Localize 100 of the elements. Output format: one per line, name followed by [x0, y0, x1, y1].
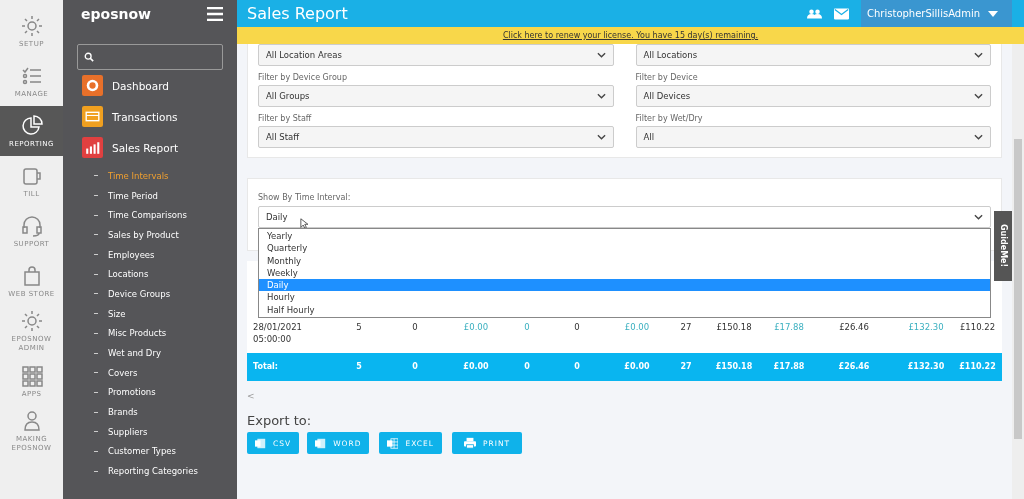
submenu-item[interactable]: Size: [108, 308, 126, 319]
table-cell-text: 0: [411, 321, 419, 333]
mail-icon[interactable]: [834, 7, 850, 20]
dash-marker: [94, 273, 98, 275]
filter-select[interactable]: All: [635, 126, 991, 148]
submenu-item[interactable]: Misc Products: [108, 328, 167, 339]
dash-marker: [94, 214, 98, 216]
submenu-item[interactable]: Locations: [108, 269, 149, 280]
filter-label: Filter by Wet/Dry: [635, 114, 704, 123]
search-field[interactable]: [77, 44, 223, 70]
filter-label: Filter by Staff: [258, 114, 313, 123]
dash-marker: [94, 313, 98, 315]
table-cell-text: £150.18: [715, 321, 753, 333]
submenu-item[interactable]: Time Period: [108, 190, 158, 201]
export-label: Export to:: [247, 413, 312, 428]
chevron-icon: [974, 214, 983, 220]
table-cell-text: £26.46: [838, 321, 870, 333]
submenu-item[interactable]: Wet and Dry: [108, 348, 161, 359]
dash-marker: [94, 352, 98, 354]
table-cell-text: 27: [679, 321, 693, 333]
submenu-item[interactable]: Employees: [108, 249, 155, 260]
dropdown-option[interactable]: Hourly: [259, 291, 990, 304]
total-cell-text: £150.18: [714, 361, 754, 373]
filter-select[interactable]: All Locations: [635, 44, 991, 66]
submenu-item[interactable]: Suppliers: [108, 426, 148, 437]
menu-item[interactable]: Transactions: [112, 110, 178, 123]
menu-item[interactable]: Sales Report: [112, 141, 179, 154]
dash-marker: [94, 175, 98, 177]
total-cell-text: 0: [523, 361, 531, 373]
chevron-icon: [974, 134, 983, 140]
submenu-item[interactable]: Time Comparisons: [108, 210, 187, 221]
table-cell: £110.22: [959, 321, 996, 333]
total-cell-text: 27: [679, 361, 693, 373]
dropdown-option[interactable]: Half Hourly: [259, 303, 990, 317]
chevron-icon: [596, 52, 606, 58]
total-cell-text: £17.88: [772, 361, 806, 373]
dash-marker: [94, 234, 98, 236]
menu-icon[interactable]: [207, 7, 223, 21]
total-cell: £110.22: [959, 361, 996, 373]
dropdown-option[interactable]: Quarterly: [259, 242, 990, 255]
dash-marker: [94, 372, 98, 374]
total-cell-text: £26.46: [837, 361, 871, 373]
submenu-item[interactable]: Device Groups: [108, 288, 171, 299]
printer-icon: [463, 437, 476, 449]
table-cell-text: 0: [573, 321, 581, 333]
total-cell-text: £0.00: [462, 361, 490, 373]
submenu-item[interactable]: Covers: [108, 367, 138, 378]
filter-label: Filter by Device: [635, 73, 699, 82]
submenu-item[interactable]: Brands: [108, 407, 138, 418]
document-icon: [255, 437, 266, 449]
chevron-icon: [974, 52, 983, 58]
total-cell-text: Total:: [253, 361, 280, 373]
dash-marker: [94, 411, 98, 413]
interval-select[interactable]: Daily: [258, 206, 991, 228]
dropdown-option[interactable]: Weekly: [259, 266, 990, 280]
total-cell-text: 5: [355, 361, 363, 373]
pie-chart-icon: [19, 113, 44, 138]
spreadsheet-icon: [387, 437, 399, 449]
total-cell-text: £0.00: [623, 361, 651, 373]
dash-marker: [94, 195, 98, 197]
submenu-item[interactable]: Customer Types: [108, 446, 176, 457]
grid-icon: [19, 363, 44, 388]
guide-tab[interactable]: GuideMe!: [994, 211, 1012, 281]
menu-item[interactable]: Dashboard: [112, 79, 169, 92]
dropdown-option[interactable]: Yearly: [259, 230, 990, 243]
submenu-item[interactable]: Sales by Product: [108, 229, 179, 240]
submenu-item[interactable]: Reporting Categories: [108, 466, 198, 477]
chevron-icon: [596, 134, 606, 140]
search-icon: [84, 52, 94, 62]
dash-marker: [94, 254, 98, 256]
dash-marker: [94, 391, 98, 393]
submenu-item[interactable]: Time Intervals: [108, 170, 169, 181]
headset-icon: [19, 213, 44, 238]
dash-marker: [94, 470, 98, 472]
dash-marker: [94, 332, 98, 334]
dash-marker: [94, 293, 98, 295]
filter-select[interactable]: All Groups: [258, 85, 614, 107]
interval-label: Show By Time Interval:: [258, 193, 352, 202]
document-icon: [315, 437, 327, 449]
filter-select[interactable]: All Staff: [258, 126, 614, 148]
total-cell-text: 0: [573, 361, 581, 373]
caret-icon: [988, 10, 998, 17]
filter-select[interactable]: All Location Areas: [258, 44, 614, 66]
page-title: Sales Report: [247, 4, 349, 23]
total-cell-text: 0: [411, 361, 419, 373]
filter-select[interactable]: All Devices: [635, 85, 991, 107]
people-icon[interactable]: [807, 7, 823, 20]
submenu-item[interactable]: Promotions: [108, 387, 156, 398]
dash-marker: [94, 431, 98, 433]
chevron-icon: [974, 93, 983, 99]
table-cell-text: 28/01/2021 05:00:00: [253, 321, 303, 345]
logo: eposnow: [81, 6, 151, 22]
filter-label: Filter by Device Group: [258, 73, 348, 82]
dash-marker: [94, 450, 98, 452]
renew-link[interactable]: Click here to renew your license. You have 15 day(s) remaining.: [502, 31, 759, 40]
scrollbar[interactable]: [1012, 44, 1024, 499]
chevron-icon: [596, 93, 606, 99]
dropdown-option[interactable]: Monthly: [259, 254, 990, 267]
total-cell-text: £132.30: [906, 361, 946, 373]
table-cell-text: 5: [355, 321, 363, 333]
